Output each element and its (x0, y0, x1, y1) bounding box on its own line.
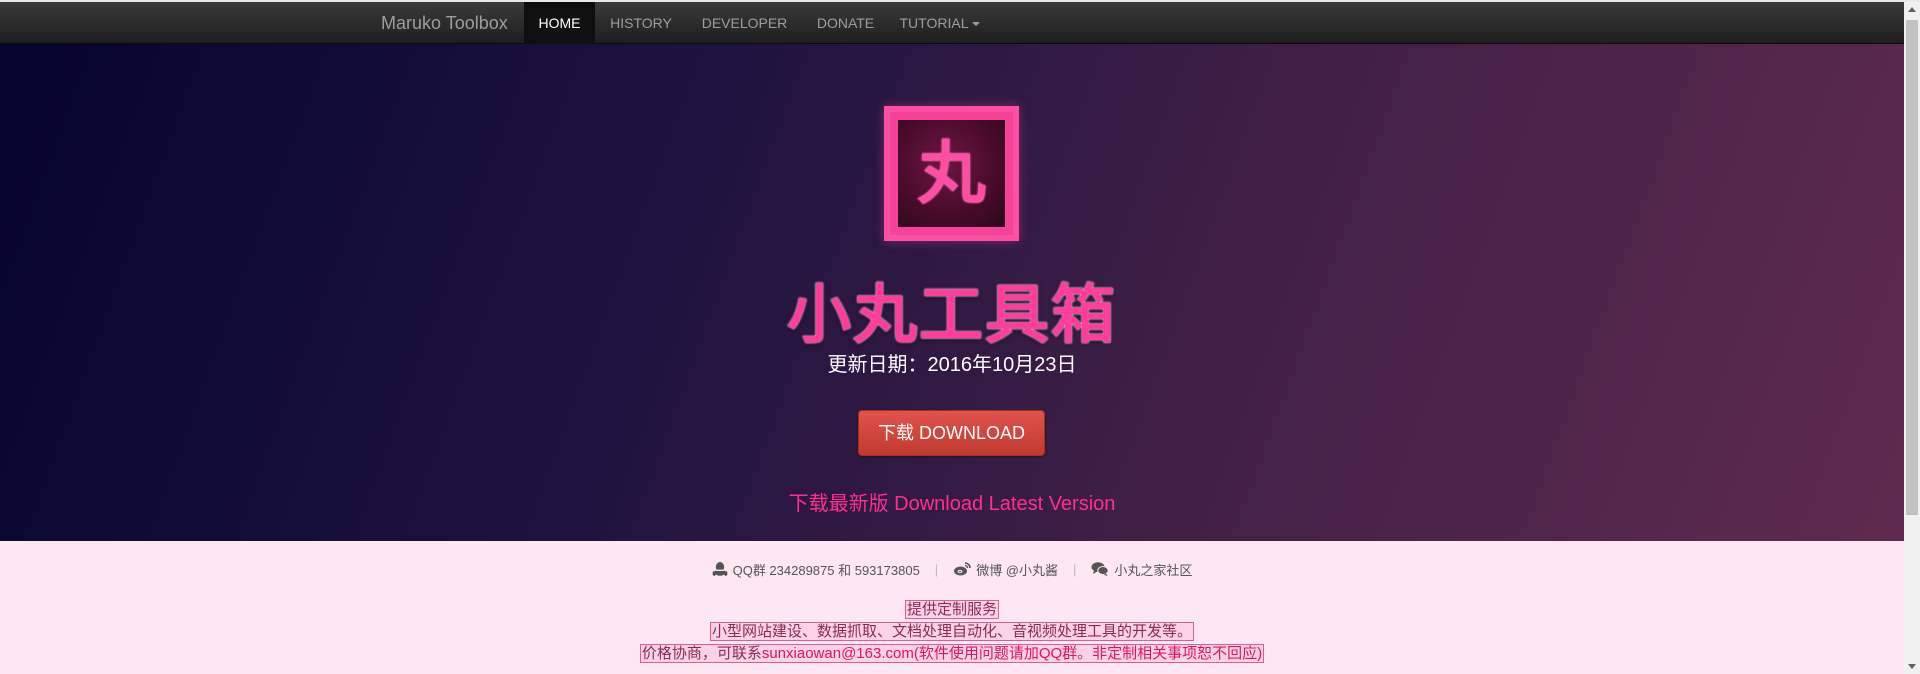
email-link[interactable]: sunxiaowan@163.com (762, 645, 914, 662)
weibo-link[interactable]: 微博 @小丸酱 (953, 560, 1058, 579)
service-contact: 价格协商，可联系sunxiaowan@163.com(软件使用问题请加QQ群。非… (639, 644, 1265, 663)
scroll-thumb[interactable] (1906, 20, 1918, 515)
nav-home[interactable]: HOME (524, 2, 595, 44)
price-suffix: (软件使用问题请加QQ群。非定制相关事项恕不回应) (913, 645, 1263, 662)
download-button[interactable]: 下载 DOWNLOAD (858, 410, 1045, 456)
nav-donate[interactable]: DONATE (801, 2, 890, 44)
hero-section: 丸 小丸工具箱 更新日期：2016年10月23日 下载 DOWNLOAD 下载最… (0, 44, 1904, 541)
navbar: Maruko Toolbox HOME HISTORY DEVELOPER DO… (0, 2, 1904, 44)
nav-history[interactable]: HISTORY (595, 2, 687, 44)
chat-bubbles-icon (1091, 562, 1110, 577)
nav-developer[interactable]: DEVELOPER (688, 2, 801, 44)
qq-group-link[interactable]: QQ群 234289875 和 593173805 (712, 560, 920, 579)
logo-glyph: 丸 (917, 135, 986, 212)
app-logo: 丸 (884, 106, 1019, 241)
service-contact-line: 价格协商，可联系sunxiaowan@163.com(软件使用问题请加QQ群。非… (0, 643, 1904, 665)
separator: | (1073, 561, 1077, 577)
custom-service-block: 提供定制服务 小型网站建设、数据抓取、文档处理自动化、音视频处理工具的开发等。 … (0, 599, 1904, 665)
download-latest-link: 下载最新版 Download Latest Version (0, 487, 1904, 516)
separator: | (934, 561, 939, 577)
page: Maruko Toolbox HOME HISTORY DEVELOPER DO… (0, 0, 1920, 674)
scroll-up-button[interactable] (1904, 2, 1920, 18)
page-title: 小丸工具箱 (787, 279, 1117, 351)
brand-link[interactable]: Maruko Toolbox (381, 2, 508, 44)
caret-down-icon (972, 22, 981, 27)
update-date: 更新日期：2016年10月23日 (827, 354, 1077, 376)
app-logo-inner: 丸 (898, 120, 1005, 227)
community-link[interactable]: 小丸之家社区 (1091, 560, 1192, 579)
service-title: 提供定制服务 (904, 600, 999, 619)
service-description: 小型网站建设、数据抓取、文档处理自动化、音视频处理工具的开发等。 (709, 622, 1194, 641)
service-desc-line: 小型网站建设、数据抓取、文档处理自动化、音视频处理工具的开发等。 (0, 621, 1904, 643)
contact-row: QQ群 234289875 和 593173805 | 微博 @小丸酱 | 小丸… (0, 559, 1904, 579)
nav-tutorial-label: TUTORIAL (899, 15, 969, 31)
qq-group-text: QQ群 234289875 和 593173805 (732, 562, 920, 578)
price-prefix: 价格协商，可联系 (641, 645, 762, 662)
weibo-icon (954, 562, 971, 576)
service-title-line: 提供定制服务 (0, 599, 1904, 621)
footer: QQ群 234289875 和 593173805 | 微博 @小丸酱 | 小丸… (0, 541, 1904, 674)
vertical-scrollbar[interactable] (1904, 2, 1920, 674)
nav-tutorial[interactable]: TUTORIAL (890, 2, 990, 44)
community-text: 小丸之家社区 (1114, 562, 1193, 578)
weibo-text: 微博 @小丸酱 (976, 562, 1058, 578)
download-latest-link-text[interactable]: 下载最新版 Download Latest Version (789, 493, 1116, 515)
qq-penguin-icon (712, 562, 727, 576)
scroll-down-button[interactable] (1904, 658, 1920, 674)
